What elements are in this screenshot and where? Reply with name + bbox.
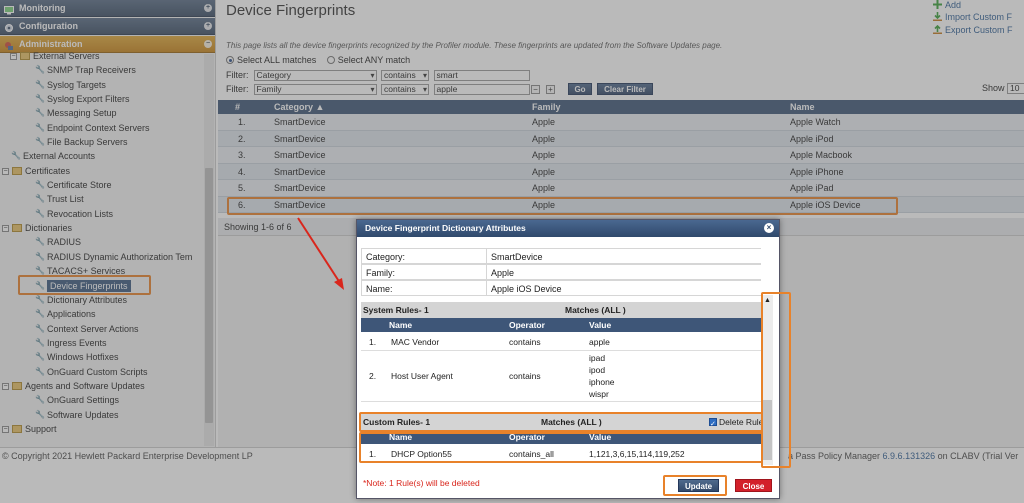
rule-index: 1. [369,337,377,347]
rule-operator: contains [509,371,541,381]
dialog-title: Device Fingerprint Dictionary Attributes [365,223,526,233]
attr-value: Apple [486,265,514,279]
custom-rules-highlight [359,412,763,432]
annotation-arrow [297,217,344,290]
col-header-operator: Operator [509,320,545,330]
rule-value: ipad [589,353,606,363]
system-rules-label: System Rules- 1 [363,305,429,315]
attr-key: Category: [366,252,406,262]
close-button[interactable]: Close [735,479,772,492]
delete-note: *Note: 1 Rule(s) will be deleted [363,478,480,488]
attr-key: Family: [366,268,395,278]
attr-value: SmartDevice [486,249,543,263]
rule-value: iphone [589,377,615,387]
rule-value: ipod [589,365,606,375]
system-matches-label: Matches (ALL ) [565,305,626,315]
custom-rule-highlight [359,432,763,463]
col-header-rule-name: Name [389,320,413,330]
update-highlight [663,475,727,496]
dialog-title-bar: Device Fingerprint Dictionary Attributes… [357,220,779,237]
rule-index: 2. [369,371,377,381]
attr-row-name: Name: Apple iOS Device [361,280,761,296]
scrollbar-highlight [761,292,791,468]
rule-name: MAC Vendor [391,337,440,347]
system-rules-bar: System Rules- 1 Matches (ALL ) [361,302,761,318]
col-header-value: Value [589,320,612,330]
system-rule-row: 2. Host User Agent contains ipad ipod ip… [361,352,761,402]
system-rules-header: Name Operator Value [361,318,761,332]
rule-value: apple [589,337,610,347]
rule-name: Host User Agent [391,371,453,381]
rule-operator: contains [509,337,541,347]
fingerprint-dialog: Device Fingerprint Dictionary Attributes… [356,219,791,499]
close-icon[interactable]: × [764,223,774,233]
rule-value: wispr [589,389,609,399]
attr-key: Name: [366,284,393,294]
attr-row-family: Family: Apple [361,264,761,280]
system-rule-row: 1. MAC Vendor contains apple [361,333,761,351]
attr-value: Apple iOS Device [486,281,562,295]
attr-row-category: Category: SmartDevice [361,248,761,264]
